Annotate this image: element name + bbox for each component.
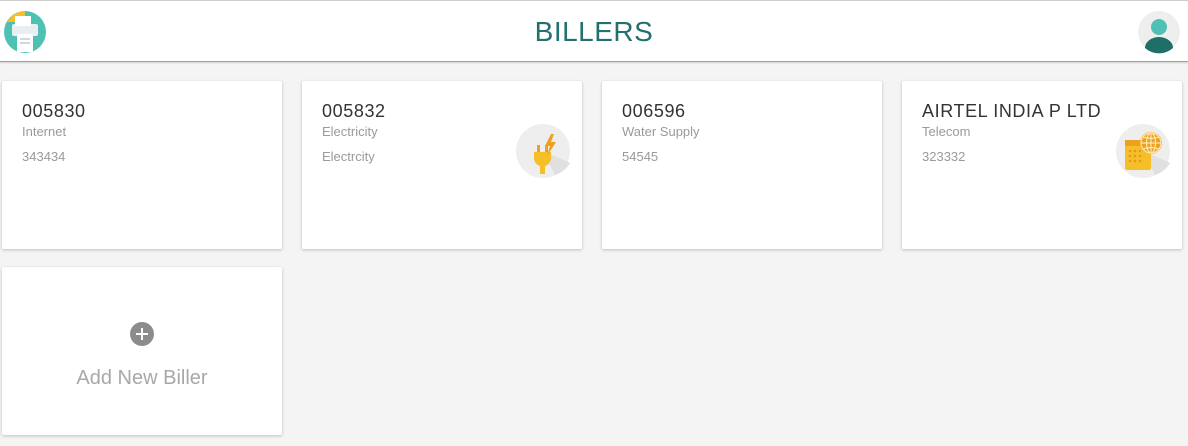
electricity-plug-icon xyxy=(515,123,571,179)
biller-number: 006596 xyxy=(622,101,686,121)
add-new-biller-card[interactable]: Add New Biller xyxy=(2,267,282,435)
add-new-biller-label: Add New Biller xyxy=(76,367,208,389)
biller-category: Telecom xyxy=(922,124,971,139)
app-header: BILLERS xyxy=(0,0,1188,62)
biller-card[interactable]: 006596 Water Supply 54545 xyxy=(602,81,882,249)
biller-card[interactable]: 005830 Internet 343434 xyxy=(2,81,282,249)
page-title: BILLERS xyxy=(534,16,654,47)
biller-number: 005832 xyxy=(322,101,386,121)
biller-category: Water Supply xyxy=(622,124,700,139)
biller-reference: Electrcity xyxy=(322,149,375,164)
biller-reference: 54545 xyxy=(622,149,659,164)
biller-card[interactable]: AIRTEL INDIA P LTD Telecom 323332 xyxy=(902,81,1182,249)
plus-circle-icon xyxy=(130,322,154,346)
biller-category: Electricity xyxy=(322,124,378,139)
biller-number: 005830 xyxy=(22,101,86,121)
biller-reference: 323332 xyxy=(922,149,966,164)
biller-category: Internet xyxy=(22,124,67,139)
user-avatar-icon[interactable] xyxy=(1137,10,1181,54)
telecom-globe-icon xyxy=(1115,123,1171,179)
biller-number: AIRTEL INDIA P LTD xyxy=(922,101,1102,121)
biller-reference: 343434 xyxy=(22,149,66,164)
biller-card[interactable]: 005832 Electricity Electrcity xyxy=(302,81,582,249)
